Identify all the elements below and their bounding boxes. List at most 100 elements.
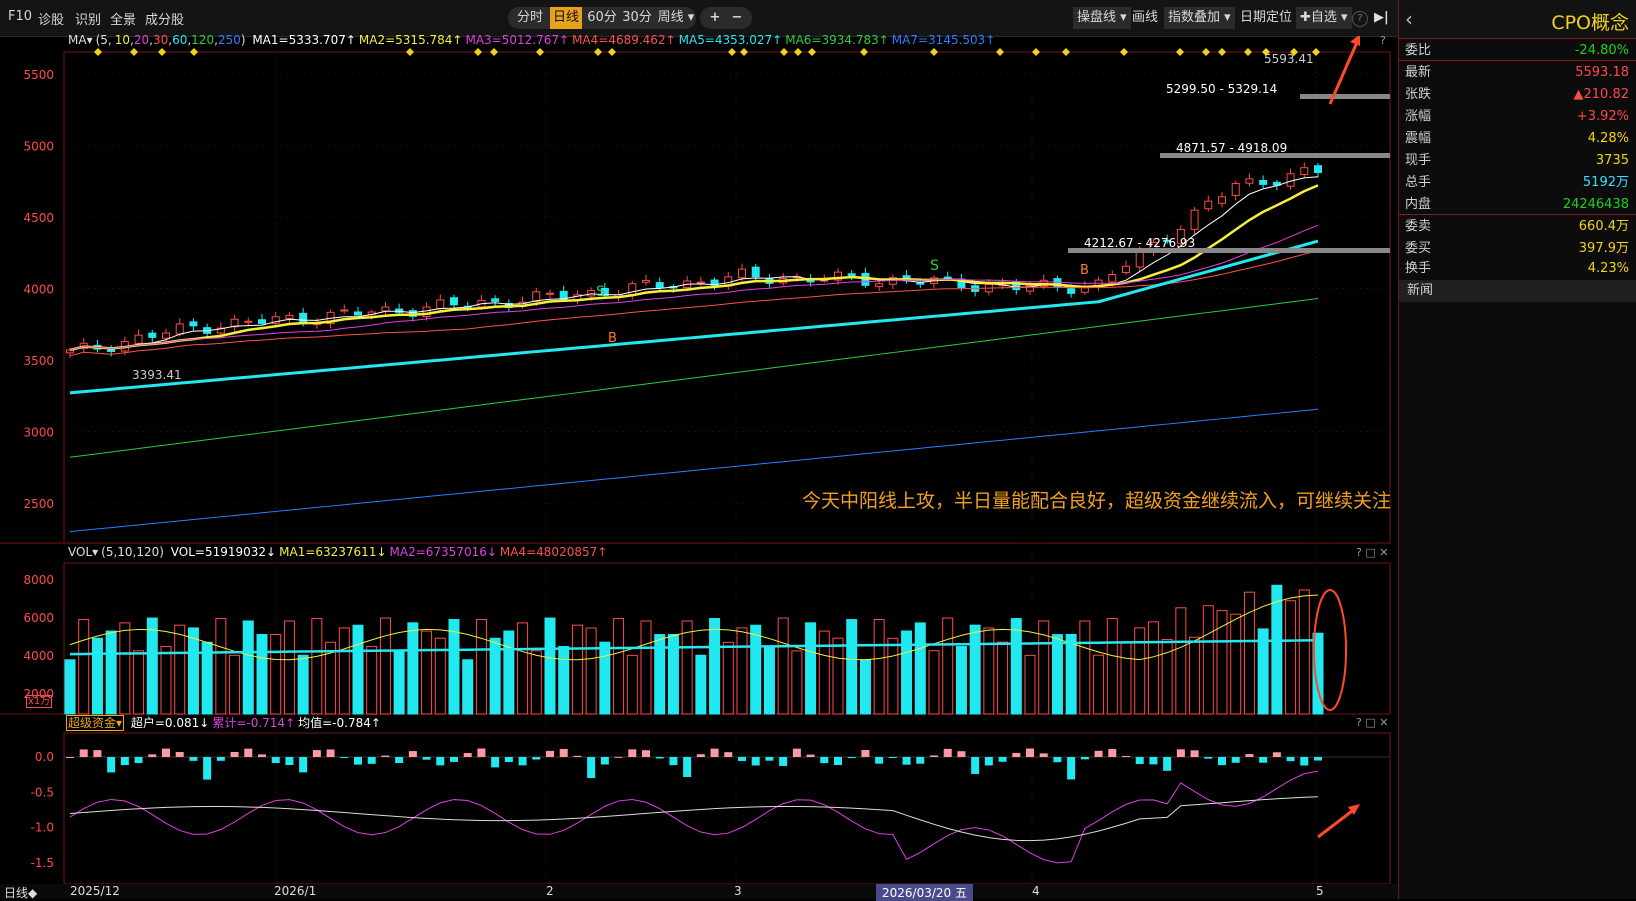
tab-30min[interactable]: 30分 [622, 7, 652, 29]
quote-row: 震幅 4.28% [1399, 128, 1636, 150]
quote-value: ▲210.82 [1573, 87, 1630, 102]
tab-daily[interactable]: 日线 [550, 7, 582, 29]
trend-arrow [1317, 806, 1357, 839]
tab-intraday[interactable]: 分时 [514, 7, 546, 29]
fund-bar [738, 757, 746, 762]
fund-avg-value: 均值=-0.784↑ [298, 716, 381, 730]
range-label: 4212.67 - 4276.93 [1084, 236, 1195, 250]
ma-period-20: 20 [133, 33, 150, 47]
components-button[interactable]: 成分股 [145, 9, 184, 28]
ma30-line [69, 250, 1319, 357]
fund-bar [984, 757, 993, 766]
volume-bar [750, 624, 762, 715]
identify-button[interactable]: 识别 [75, 9, 101, 28]
volume-bar [640, 620, 652, 715]
signal-diamond [474, 48, 482, 56]
main-pane-help-icon[interactable]: ? [1380, 34, 1386, 47]
collapse-icon[interactable]: ▶| [1374, 7, 1389, 29]
draw-button[interactable]: 画线 [1132, 7, 1158, 29]
fund-cum-value: 累计=-0.714↑ [212, 716, 296, 730]
volume-bar [517, 622, 529, 715]
volume-bar [146, 617, 158, 715]
volume-bar [777, 617, 789, 715]
volume-bar [599, 641, 611, 715]
high-price-label: 5593.41 [1264, 52, 1314, 66]
volume-bar [928, 650, 940, 715]
f10-button[interactable]: F10 [8, 9, 32, 24]
volume-bar [942, 617, 954, 715]
fund-bar [710, 748, 719, 757]
signal-diamond [1202, 48, 1210, 56]
candle-body [546, 292, 554, 295]
fund-bar [559, 748, 568, 757]
y-axis-label: 5000 [23, 140, 54, 154]
fund-bar [1176, 749, 1185, 757]
fund-indicator-selector[interactable]: 超级资金▾ [66, 715, 125, 731]
volume-bar [91, 637, 103, 715]
signal-diamond [1120, 48, 1128, 56]
fund-bar [367, 757, 376, 764]
fund-bar [587, 757, 596, 779]
volume-bar [1120, 641, 1132, 715]
candle-body [1259, 180, 1268, 185]
volume-bar [1271, 584, 1283, 715]
zoom-in-button[interactable]: + [706, 7, 724, 29]
zoom-out-button[interactable]: − [728, 7, 746, 29]
fund-bar [422, 757, 431, 760]
side-divider [1399, 214, 1636, 215]
diagnose-button[interactable]: 诊股 [38, 9, 64, 28]
quote-value: 5192万 [1582, 175, 1629, 190]
volume-bar [338, 627, 350, 715]
volume-bar [1230, 613, 1242, 715]
tab-60min[interactable]: 60分 [586, 7, 618, 29]
fund-pane-controls[interactable]: ? □ ✕ [1356, 716, 1388, 729]
volume-bar [270, 633, 282, 715]
signal-diamond [594, 48, 602, 56]
index-overlay-button[interactable]: 指数叠加 ▾ [1164, 7, 1235, 29]
volume-bar [763, 645, 775, 715]
date-label-mar: 3 [734, 884, 742, 898]
period-mode-label[interactable]: 日线◆ [4, 884, 37, 901]
volume-pane-controls[interactable]: ? □ ✕ [1356, 546, 1388, 559]
vol-axis-label: 6000 [23, 611, 54, 625]
candle-body [244, 320, 253, 323]
fund-bar [1204, 757, 1213, 759]
signal-diamond [130, 48, 138, 56]
signal-diamond [860, 48, 868, 56]
news-tab[interactable]: 新闻 [1399, 280, 1636, 302]
ma-indicator-selector[interactable]: MA▾ [68, 33, 93, 47]
fund-bar [285, 757, 294, 766]
volume-bar [585, 627, 597, 715]
quote-row: 张跌 ▲210.82 [1399, 84, 1636, 106]
fund-bar [326, 749, 335, 757]
volume-bar [297, 654, 309, 715]
ma-period-60: 60 [172, 33, 188, 47]
quote-row: 最新 5593.18 [1399, 62, 1636, 84]
kline-chart-svg[interactable]: 5500 5000 4500 4000 3500 3000 2500 5593.41 5299.… [0, 36, 1398, 899]
volume-bar [791, 650, 803, 715]
fund-bar [1218, 757, 1226, 766]
fund-bar [1149, 757, 1158, 765]
candle-body [381, 306, 390, 312]
volume-bar [311, 618, 323, 715]
trade-line-button[interactable]: 操盘线 ▾ [1073, 7, 1131, 29]
fund-bar [244, 748, 253, 757]
panorama-button[interactable]: 全景 [110, 9, 136, 28]
date-locate-button[interactable]: 日期定位 [1240, 7, 1292, 29]
tab-weekly[interactable]: 周线 ▾ [656, 7, 696, 29]
help-icon[interactable]: ? [1352, 11, 1368, 27]
fund-bar [340, 757, 349, 758]
candle-body [696, 281, 705, 284]
candle-body [148, 332, 157, 338]
watchlist-button[interactable]: ✚自选 ▾ [1296, 7, 1352, 29]
volume-bar [448, 619, 460, 715]
back-icon[interactable]: ‹ [1405, 7, 1413, 31]
quote-value: +3.92% [1576, 109, 1629, 124]
fund-bar [175, 752, 184, 757]
volume-bar [1024, 654, 1036, 715]
fund-bar [134, 757, 143, 763]
signal-diamond [740, 48, 748, 56]
vol-indicator-selector[interactable]: VOL▾ [68, 545, 98, 559]
ma120-line [69, 297, 1319, 458]
sell-signal: S [596, 284, 605, 300]
